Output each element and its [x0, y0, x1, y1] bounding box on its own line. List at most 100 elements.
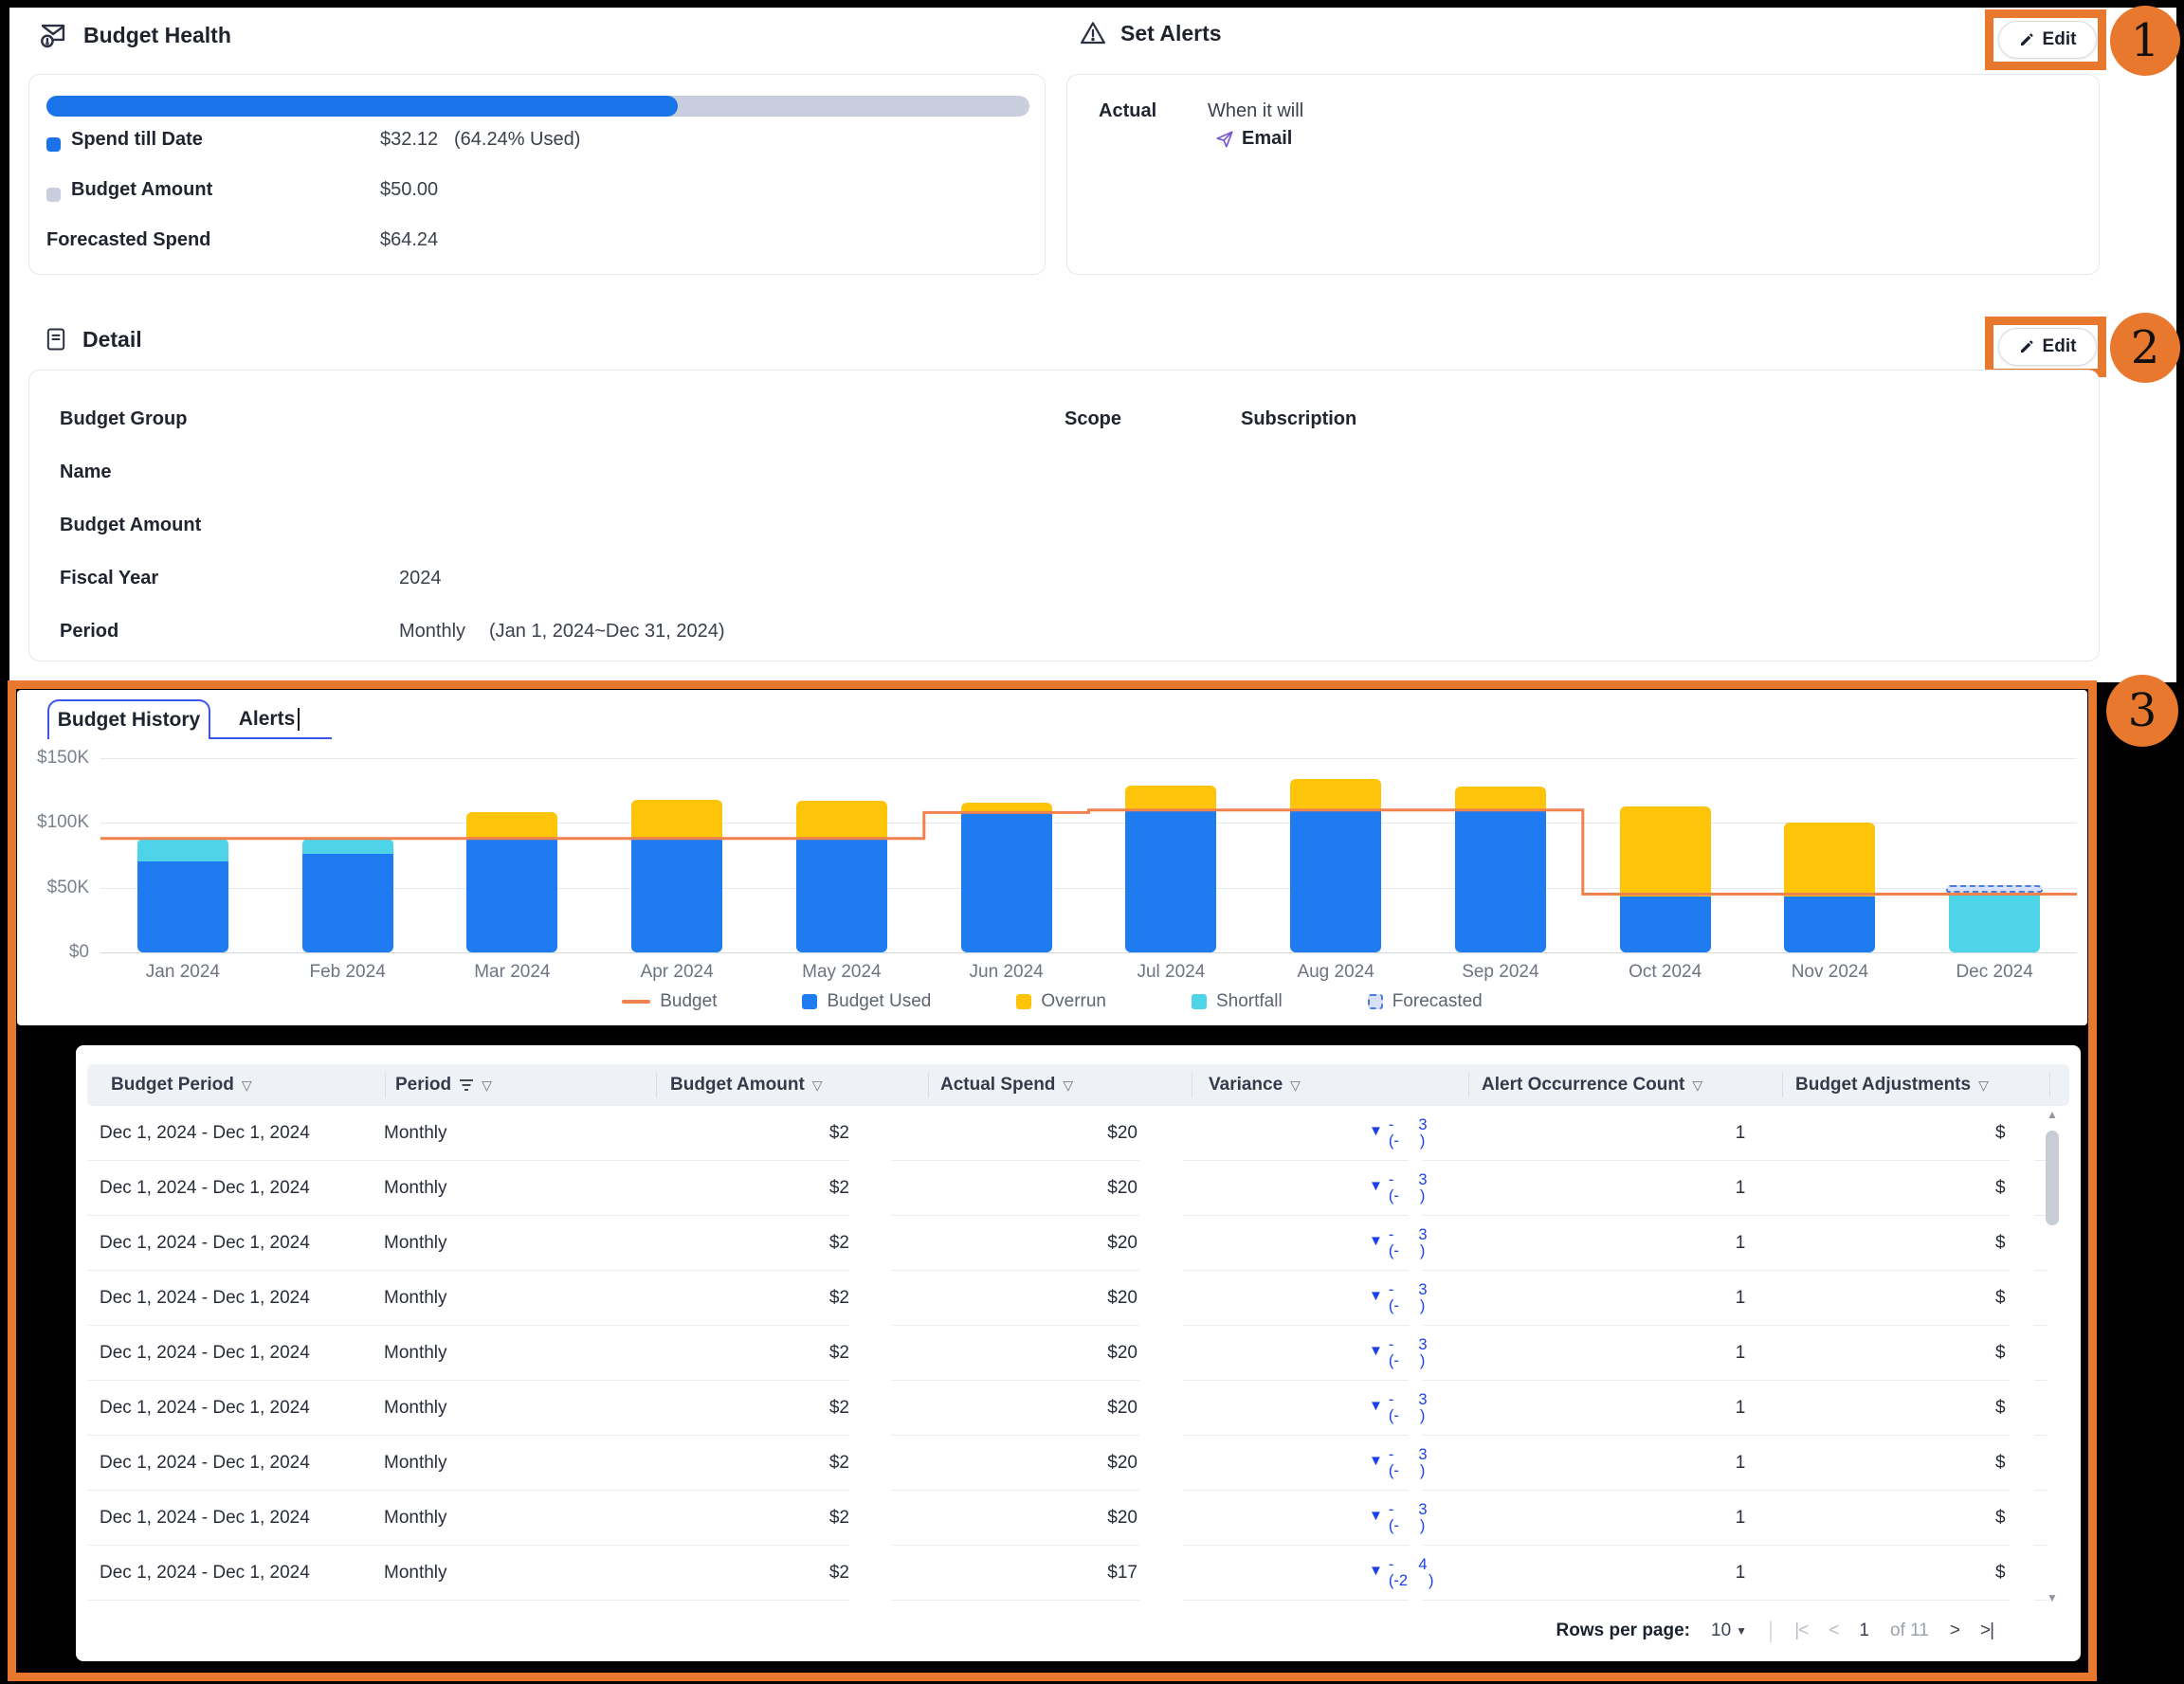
cell-budget-amount: $2 [739, 1398, 849, 1419]
table-pagination: Rows per page: 10 ▼ | |< < 1 of 11 > >| [76, 1610, 2081, 1652]
budget-progress-fill [46, 96, 678, 117]
segment-shortfall [302, 839, 393, 854]
trend-down-icon: ▼ [1369, 1234, 1383, 1248]
forecasted-spend-value: $64.24 [380, 229, 438, 251]
cell-variance: ▼-3(-) [1369, 1337, 1428, 1369]
cell-actual-spend: $17 [1043, 1563, 1138, 1584]
stacked-bar [466, 812, 557, 952]
legend-swatch [622, 1000, 650, 1004]
segment-overrun [1620, 806, 1711, 897]
segment-used [302, 854, 393, 952]
detail-field-value: Monthly [399, 621, 465, 643]
trend-down-icon: ▼ [1369, 1179, 1383, 1193]
sort-icon[interactable]: ▽ [1692, 1077, 1702, 1094]
bar-slot-jun-2024 [924, 758, 1089, 952]
legend-swatch [802, 994, 817, 1009]
legend-swatch [1016, 994, 1031, 1009]
spend-percent-used: (64.24% Used) [454, 129, 580, 151]
sort-icon[interactable]: ▽ [482, 1077, 492, 1094]
legend-item-budget-used: Budget Used [802, 991, 931, 1012]
x-tick-label: Jun 2024 [924, 962, 1089, 983]
cell-budget-period: Dec 1, 2024 - Dec 1, 2024 [100, 1508, 310, 1529]
cell-variance: ▼-3(-) [1369, 1227, 1428, 1259]
segment-used [1784, 896, 1875, 952]
x-tick-label: Nov 2024 [1748, 962, 1913, 983]
column-header-budget-adjustments[interactable]: Budget Adjustments▽ [1795, 1075, 1989, 1096]
stacked-bar [1125, 786, 1216, 952]
cell-actual-spend: $20 [1043, 1508, 1138, 1529]
scope-label: Scope [1065, 408, 1121, 430]
text-cursor [298, 708, 300, 731]
segment-used [466, 839, 557, 952]
column-header-budget-amount[interactable]: Budget Amount ▽ [670, 1075, 823, 1096]
segment-overrun [631, 800, 722, 839]
trend-down-icon: ▼ [1369, 1399, 1383, 1413]
stacked-bar [796, 801, 887, 952]
cell-actual-spend: $20 [1043, 1233, 1138, 1254]
table-scrollbar[interactable]: ▲ ▼ [2044, 1108, 2061, 1604]
cell-alert-occurrence-count: 1 [1712, 1343, 1769, 1364]
sort-icon[interactable]: ▽ [242, 1077, 252, 1094]
x-tick-label: Aug 2024 [1253, 962, 1418, 983]
stacked-bar [302, 839, 393, 952]
sort-icon[interactable]: ▽ [1978, 1077, 1989, 1094]
scroll-up-arrow[interactable]: ▲ [2044, 1108, 2061, 1121]
column-header-budget-period[interactable]: Budget Period▽ [111, 1075, 252, 1096]
stacked-bar [137, 839, 228, 952]
cell-variance: ▼-4(-2) [1369, 1557, 1434, 1589]
header-separator [385, 1073, 386, 1097]
sort-icon[interactable]: ▽ [1290, 1077, 1301, 1094]
cell-actual-spend: $20 [1043, 1288, 1138, 1309]
tab-budget-history[interactable]: Budget History [47, 699, 210, 739]
trend-down-icon: ▼ [1369, 1124, 1383, 1138]
scrollbar-thumb[interactable] [2046, 1131, 2059, 1225]
table-row: Dec 1, 2024 - Dec 1, 2024Monthly$2$20▼-3… [76, 1381, 2081, 1436]
set-alerts-header: Set Alerts [1079, 19, 1222, 47]
trend-down-icon: ▼ [1369, 1564, 1383, 1578]
first-page-button[interactable]: |< [1794, 1621, 1808, 1641]
email-channel-label: Email [1242, 128, 1292, 150]
alert-condition-text: When it will [1208, 100, 1303, 122]
y-tick-label: $50K [17, 878, 89, 898]
chart-legend: BudgetBudget UsedOverrunShortfallForecas… [17, 991, 2087, 1012]
stacked-bar [1949, 885, 2040, 952]
table-header-row: Budget Period▽Period▽Budget Amount▽Actua… [87, 1064, 2069, 1106]
cell-budget-adjustments: $ [1995, 1453, 2006, 1474]
column-header-label: Variance [1209, 1075, 1283, 1096]
last-page-button[interactable]: >| [1980, 1621, 1993, 1641]
segment-used [1455, 810, 1546, 952]
cell-budget-adjustments: $ [1995, 1288, 2006, 1309]
column-header-period[interactable]: Period ▽ [395, 1075, 492, 1096]
cell-budget-amount: $2 [739, 1288, 849, 1309]
bar-slot-feb-2024 [265, 758, 430, 952]
prev-page-button[interactable]: < [1829, 1621, 1838, 1641]
column-header-alert-occurrence-count[interactable]: Alert Occurrence Count▽ [1482, 1075, 1702, 1096]
budget-amount-value: $50.00 [380, 179, 438, 201]
cell-budget-period: Dec 1, 2024 - Dec 1, 2024 [100, 1563, 310, 1584]
column-header-label: Budget Amount [670, 1075, 805, 1096]
rows-per-page-select[interactable]: 10 ▼ [1711, 1621, 1747, 1641]
sort-icon[interactable]: ▽ [1063, 1077, 1073, 1094]
cell-actual-spend: $20 [1043, 1178, 1138, 1199]
cell-budget-adjustments: $ [1995, 1178, 2006, 1199]
header-separator [1782, 1073, 1783, 1097]
legend-item-shortfall: Shortfall [1192, 991, 1283, 1012]
column-header-variance[interactable]: Variance ▽ [1209, 1075, 1301, 1096]
cell-actual-spend: $20 [1043, 1453, 1138, 1474]
budget-health-card: Spend till Date $32.12 (64.24% Used) Bud… [28, 74, 1046, 275]
cell-period: Monthly [384, 1563, 447, 1584]
scroll-down-arrow[interactable]: ▼ [2044, 1591, 2061, 1604]
segment-overrun [796, 801, 887, 839]
table-row: Dec 1, 2024 - Dec 1, 2024Monthly$2$20▼-3… [76, 1436, 2081, 1491]
cell-period: Monthly [384, 1233, 447, 1254]
column-header-label: Period [395, 1075, 451, 1096]
detail-field-label: Name [60, 462, 111, 483]
filter-icon[interactable] [459, 1078, 474, 1092]
cell-budget-amount: $2 [739, 1233, 849, 1254]
next-page-button[interactable]: > [1950, 1621, 1959, 1641]
bar-slot-may-2024 [759, 758, 924, 952]
sort-icon[interactable]: ▽ [812, 1077, 823, 1094]
column-header-actual-spend[interactable]: Actual Spend▽ [940, 1075, 1073, 1096]
cell-budget-amount: $2 [739, 1343, 849, 1364]
tab-alerts[interactable]: Alerts [210, 699, 328, 739]
